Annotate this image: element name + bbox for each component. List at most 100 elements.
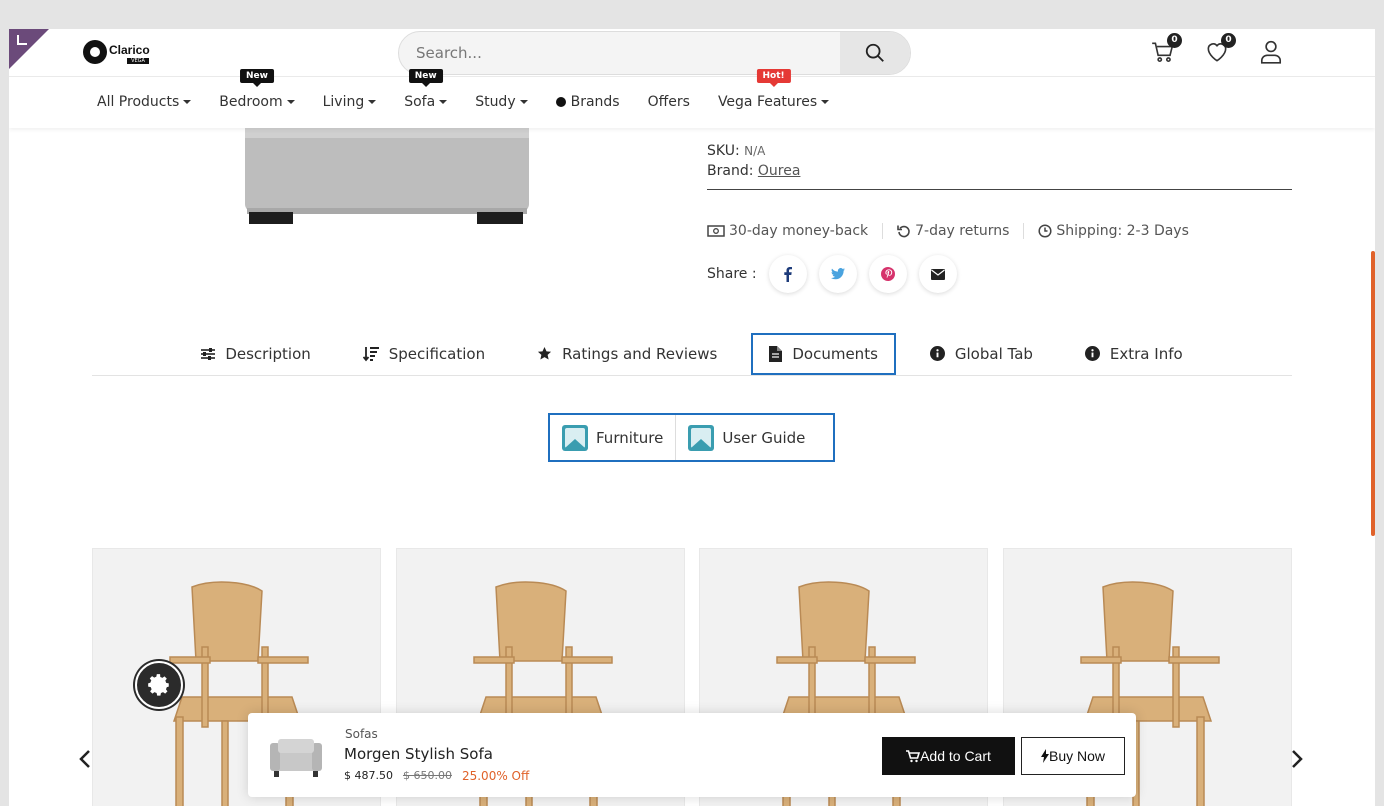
document-label: Furniture: [596, 428, 664, 447]
search-button[interactable]: [840, 32, 910, 74]
tab-description[interactable]: Description: [183, 333, 328, 375]
share-pinterest-button[interactable]: [868, 255, 907, 293]
image-file-icon: [562, 424, 588, 451]
add-to-cart-label: Add to Cart: [920, 748, 991, 764]
corner-ribbon[interactable]: [9, 29, 49, 69]
main-nav: All Products New Bedroom Living New Sofa…: [97, 69, 857, 127]
chevron-right-icon: [1292, 750, 1303, 768]
nav-label: Sofa: [404, 94, 436, 110]
search-icon: [865, 43, 884, 62]
page-frame: Clarico VEGA 0 0: [9, 29, 1375, 806]
product-tabs: Description Specification Ratings and Re…: [92, 332, 1292, 376]
caret-down-icon: [821, 100, 830, 104]
nav-item-brands[interactable]: Brands: [555, 94, 620, 110]
nav-item-living[interactable]: Living: [323, 94, 377, 110]
discount-label: 25.00% Off: [461, 769, 530, 783]
product-features: 30-day money-back 7-day returns Shipping…: [707, 223, 1217, 239]
info-circle-icon: [929, 346, 945, 361]
image-file-icon: [688, 424, 715, 451]
product-thumbnail: [270, 739, 322, 777]
nav-item-vega-features[interactable]: Hot! Vega Features: [718, 69, 830, 110]
document-label: User Guide: [722, 428, 806, 447]
documents-list: Furniture User Guide: [548, 413, 835, 462]
tab-documents[interactable]: Documents: [751, 332, 896, 375]
caret-down-icon: [368, 100, 377, 104]
page-scrollbar[interactable]: [1371, 251, 1375, 536]
file-text-icon: [769, 345, 783, 362]
product-image: [245, 128, 529, 224]
cart-count-badge: 0: [1167, 33, 1182, 48]
tab-label: Specification: [388, 344, 486, 363]
nav-item-sofa[interactable]: New Sofa: [404, 69, 448, 110]
product-name: Morgen Stylish Sofa: [344, 745, 493, 763]
share-facebook-button[interactable]: [768, 255, 807, 293]
feature-shipping: Shipping: 2-3 Days: [1038, 223, 1203, 239]
account-button[interactable]: [1256, 37, 1286, 67]
search-input[interactable]: [399, 32, 841, 74]
nav-label: Bedroom: [219, 94, 283, 110]
facebook-icon: [784, 266, 793, 282]
nav-label: Study: [475, 94, 516, 110]
gear-icon: [148, 674, 169, 696]
nav-item-all-products[interactable]: All Products: [97, 94, 192, 110]
caret-down-icon: [183, 100, 192, 104]
pinterest-icon: [880, 267, 895, 281]
document-furniture[interactable]: Furniture: [550, 415, 675, 460]
brand-label: Brand:: [707, 163, 754, 179]
tab-ratings-and-reviews[interactable]: Ratings and Reviews: [519, 333, 735, 375]
tab-label: Description: [225, 344, 311, 363]
wishlist-button[interactable]: 0: [1202, 33, 1236, 67]
nav-item-offers[interactable]: Offers: [648, 94, 690, 110]
twitter-icon: [830, 268, 845, 280]
tab-label: Documents: [792, 344, 878, 363]
tab-specification[interactable]: Specification: [345, 333, 503, 375]
nav-item-study[interactable]: Study: [475, 94, 528, 110]
header-actions: 0 0: [1148, 33, 1286, 67]
feature-returns: 7-day returns: [897, 223, 1025, 239]
feature-money-back: 30-day money-back: [707, 223, 884, 239]
caret-down-icon: [439, 100, 448, 104]
envelope-icon: [930, 268, 945, 280]
feature-label: 30-day money-back: [729, 223, 869, 239]
logo[interactable]: Clarico VEGA: [83, 39, 150, 64]
dot-icon: [555, 97, 566, 107]
share-label: Share :: [707, 266, 757, 282]
user-icon: [1260, 40, 1282, 64]
top-bar: Clarico VEGA 0 0: [9, 29, 1375, 77]
new-tag: New: [239, 69, 274, 87]
tab-extra-info[interactable]: Extra Info: [1067, 333, 1201, 375]
nav-item-bedroom[interactable]: New Bedroom: [219, 69, 295, 110]
price-group: $ 487.50 $ 650.00 25.00% Off: [344, 769, 529, 783]
share-row: Share :: [707, 255, 957, 293]
nav-label: Brands: [570, 94, 620, 110]
brand-row: Brand: Ourea: [707, 163, 1292, 179]
feature-label: Shipping: 2-3 Days: [1056, 223, 1189, 239]
original-price: $ 650.00: [402, 769, 452, 782]
tab-global-tab[interactable]: Global Tab: [912, 333, 1051, 375]
sku-value: N/A: [744, 144, 766, 158]
new-tag: New: [408, 69, 443, 87]
tab-label: Global Tab: [954, 344, 1033, 363]
document-user-guide[interactable]: User Guide: [675, 415, 817, 460]
buy-now-label: Buy Now: [1048, 748, 1106, 764]
carousel-prev-button[interactable]: [79, 749, 91, 774]
divider: [707, 189, 1292, 190]
product-info: SKU: N/A Brand: Ourea: [707, 143, 1292, 190]
add-to-cart-button[interactable]: Add to Cart: [882, 737, 1015, 775]
wishlist-count-badge: 0: [1221, 33, 1236, 48]
share-twitter-button[interactable]: [818, 255, 857, 293]
brand-link[interactable]: Ourea: [758, 163, 801, 179]
settings-button[interactable]: [135, 661, 183, 709]
logo-subtext: VEGA: [127, 58, 149, 64]
current-price: $ 487.50: [344, 769, 393, 782]
cart-button[interactable]: 0: [1148, 33, 1182, 67]
chevron-left-icon: [79, 750, 90, 768]
info-circle-icon: [1084, 346, 1100, 361]
sticky-product-bar: Sofas Morgen Stylish Sofa $ 487.50 $ 650…: [248, 713, 1136, 797]
share-email-button[interactable]: [918, 255, 957, 293]
buy-now-button[interactable]: Buy Now: [1021, 737, 1125, 775]
carousel-next-button[interactable]: [1291, 749, 1303, 774]
logo-text: Clarico: [109, 43, 150, 57]
bolt-icon: [1040, 749, 1049, 763]
star-icon: [538, 346, 552, 360]
